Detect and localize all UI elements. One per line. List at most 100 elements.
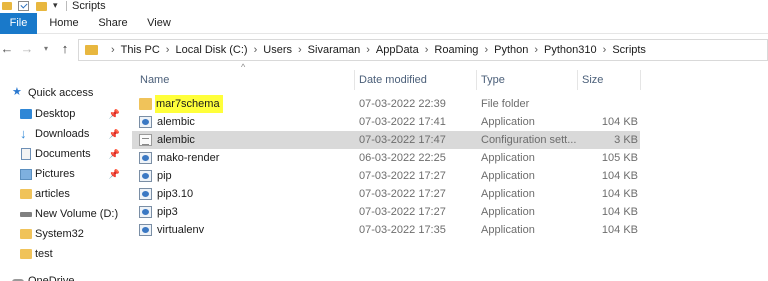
- table-row[interactable]: mako-render 06-03-2022 22:25 Application…: [132, 149, 640, 167]
- file-name: mako-render: [157, 152, 220, 164]
- nav-item-downloads[interactable]: ↓ Downloads 📌: [0, 124, 128, 144]
- file-date: 07-03-2022 17:35: [359, 224, 446, 236]
- column-divider[interactable]: [354, 70, 355, 90]
- title-bar: ▾ Scripts: [0, 0, 768, 13]
- tab-file[interactable]: File: [0, 13, 37, 34]
- forward-arrow-icon[interactable]: →: [20, 41, 34, 57]
- tab-share[interactable]: Share: [97, 13, 129, 34]
- file-size: 104 KB: [601, 116, 638, 128]
- table-row[interactable]: virtualenv 07-03-2022 17:35 Application …: [132, 221, 640, 239]
- nav-item-label: test: [35, 248, 53, 260]
- customize-toolbar-icon[interactable]: ▾: [53, 0, 61, 11]
- address-bar[interactable]: › This PC › Local Disk (C:) › Users › Sivaraman…: [78, 39, 768, 61]
- file-name: pip3.10: [157, 188, 194, 200]
- pin-icon[interactable]: 📌: [109, 164, 120, 184]
- column-header-name[interactable]: Name: [140, 66, 169, 92]
- table-row[interactable]: alembic 07-03-2022 17:41 Application 104…: [132, 113, 640, 131]
- table-row-selected[interactable]: alembic 07-03-2022 17:47 Configuration s…: [132, 131, 640, 149]
- folder-icon: [139, 98, 152, 110]
- breadcrumb-this-pc[interactable]: This PC: [121, 44, 160, 56]
- star-icon: ★: [12, 86, 22, 98]
- pin-icon[interactable]: 📌: [109, 104, 120, 124]
- file-type: Application: [481, 224, 535, 236]
- pin-icon[interactable]: 📌: [109, 124, 120, 144]
- breadcrumb-users[interactable]: Users: [263, 44, 292, 56]
- column-divider[interactable]: [640, 70, 641, 90]
- chevron-right-icon[interactable]: ›: [105, 44, 121, 56]
- title-divider: [66, 1, 67, 11]
- file-date: 07-03-2022 17:27: [359, 170, 446, 182]
- breadcrumb: › This PC › Local Disk (C:) › Users › Sivaraman…: [105, 40, 646, 60]
- chevron-right-icon[interactable]: ›: [528, 44, 544, 56]
- file-type: Application: [481, 206, 535, 218]
- breadcrumb-local-disk[interactable]: Local Disk (C:): [175, 44, 247, 56]
- file-name: pip3: [157, 206, 178, 218]
- folder-icon: [2, 2, 12, 10]
- nav-item-label: articles: [35, 188, 70, 200]
- breadcrumb-python[interactable]: Python: [494, 44, 528, 56]
- nav-item-label: Downloads: [35, 128, 90, 140]
- chevron-right-icon[interactable]: ›: [478, 44, 494, 56]
- nav-item-pictures[interactable]: Pictures 📌: [0, 164, 128, 184]
- application-icon: [139, 170, 152, 182]
- file-size: 104 KB: [601, 188, 638, 200]
- nav-item-desktop[interactable]: Desktop 📌: [0, 104, 128, 124]
- file-name: virtualenv: [157, 224, 205, 236]
- tab-view[interactable]: View: [145, 13, 173, 34]
- download-icon: ↓: [20, 126, 27, 141]
- column-divider[interactable]: [476, 70, 477, 90]
- ribbon-tabs: File Home Share View: [0, 13, 768, 34]
- nav-item-system32[interactable]: System32: [0, 224, 128, 244]
- nav-item-documents[interactable]: Documents 📌: [0, 144, 128, 164]
- properties-icon[interactable]: [18, 1, 29, 11]
- recent-locations-chevron-icon[interactable]: ▾: [39, 41, 53, 57]
- file-size: 104 KB: [601, 206, 638, 218]
- new-folder-icon[interactable]: [36, 2, 47, 11]
- breadcrumb-scripts[interactable]: Scripts: [612, 44, 646, 56]
- breadcrumb-python310[interactable]: Python310: [544, 44, 597, 56]
- file-type: Application: [481, 116, 535, 128]
- up-arrow-icon[interactable]: ↑: [58, 41, 72, 57]
- pin-icon[interactable]: 📌: [109, 144, 120, 164]
- breadcrumb-sivaraman[interactable]: Sivaraman: [308, 44, 361, 56]
- breadcrumb-appdata[interactable]: AppData: [376, 44, 419, 56]
- back-arrow-icon[interactable]: ←: [0, 41, 14, 57]
- nav-item-new-volume[interactable]: New Volume (D:): [0, 204, 128, 224]
- chevron-right-icon[interactable]: ›: [248, 44, 264, 56]
- window-title: Scripts: [72, 0, 106, 12]
- nav-item-test[interactable]: test: [0, 244, 128, 264]
- file-date: 07-03-2022 17:27: [359, 188, 446, 200]
- nav-item-quick-access[interactable]: ★ Quick access: [0, 83, 128, 103]
- nav-item-label: System32: [35, 228, 84, 240]
- nav-item-label: Quick access: [28, 87, 94, 99]
- table-row[interactable]: pip3.10 07-03-2022 17:27 Application 104…: [132, 185, 640, 203]
- chevron-right-icon[interactable]: ›: [160, 44, 176, 56]
- file-size: 104 KB: [601, 170, 638, 182]
- table-row[interactable]: pip 07-03-2022 17:27 Application 104 KB: [132, 167, 640, 185]
- table-row[interactable]: pip3 07-03-2022 17:27 Application 104 KB: [132, 203, 640, 221]
- application-icon: [139, 152, 152, 164]
- nav-item-label: New Volume (D:): [35, 208, 119, 220]
- file-type: File folder: [481, 98, 530, 110]
- application-icon: [139, 206, 152, 218]
- nav-item-articles[interactable]: articles: [0, 184, 128, 204]
- file-type: Application: [481, 152, 535, 164]
- file-date: 07-03-2022 17:47: [359, 134, 446, 146]
- chevron-right-icon[interactable]: ›: [292, 44, 308, 56]
- nav-item-label: Documents: [35, 148, 91, 160]
- chevron-right-icon[interactable]: ›: [360, 44, 376, 56]
- column-header-type[interactable]: Type: [481, 66, 505, 92]
- chevron-right-icon[interactable]: ›: [419, 44, 435, 56]
- chevron-right-icon[interactable]: ›: [597, 44, 613, 56]
- file-size: 3 KB: [614, 134, 638, 146]
- column-header-size[interactable]: Size: [582, 66, 603, 92]
- config-file-icon: [139, 134, 152, 146]
- file-name: alembic: [157, 134, 195, 146]
- breadcrumb-roaming[interactable]: Roaming: [434, 44, 478, 56]
- nav-item-onedrive[interactable]: OneDrive: [0, 271, 128, 281]
- table-row[interactable]: mar7schema 07-03-2022 22:39 File folder: [132, 95, 640, 113]
- column-divider[interactable]: [577, 70, 578, 90]
- column-header-date[interactable]: Date modified: [359, 66, 427, 92]
- file-size: 104 KB: [601, 224, 638, 236]
- tab-home[interactable]: Home: [48, 13, 80, 34]
